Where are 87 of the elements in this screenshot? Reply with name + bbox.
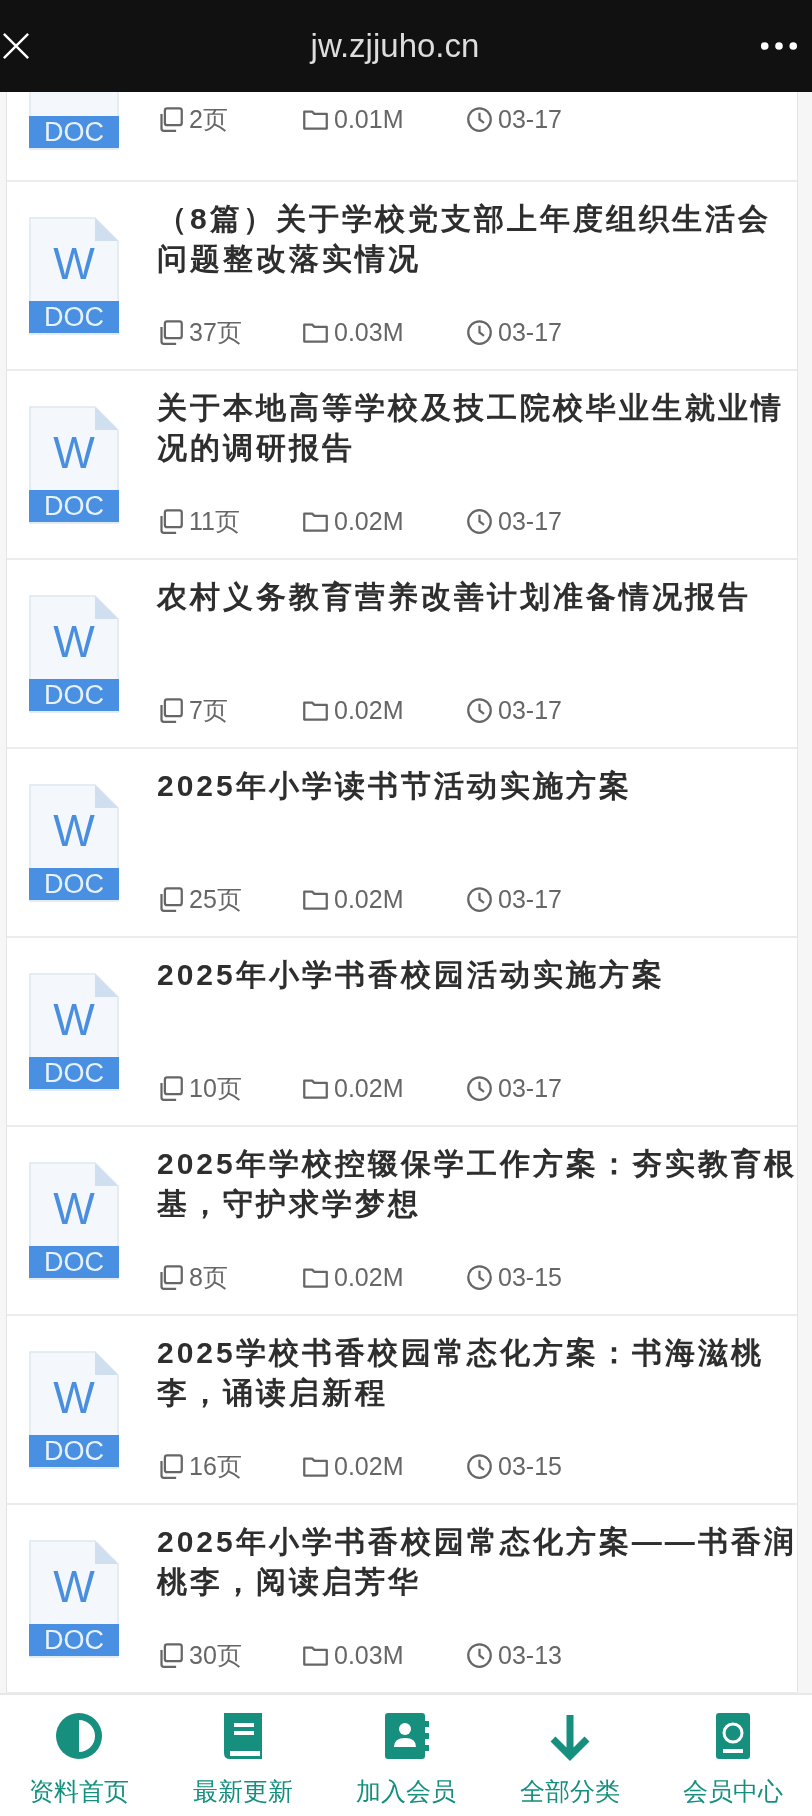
file-letter: W [52,1561,96,1612]
upload-date: 03-17 [498,506,562,536]
clock-icon [466,1263,493,1291]
upload-date: 03-17 [498,105,562,134]
file-size: 0.02M [334,695,404,725]
nav-tab[interactable]: 会员中心 [658,1695,808,1816]
file-size: 0.03M [334,1640,404,1670]
clock-icon [466,318,493,346]
pages-icon [157,1641,184,1669]
upload-date: 03-17 [498,1073,562,1103]
document-card[interactable]: W DOC 2025学校书香校园常态化方案：书海滋桃李，诵读启新程 16页 0.02M 03-15 [7,1316,797,1505]
page-count: 25页 [189,883,242,915]
page-count: 37页 [189,316,242,348]
nav-tab[interactable]: 最新更新 [167,1695,318,1816]
page-count: 16页 [189,1450,242,1482]
file-letter: W [52,427,96,478]
document-title[interactable]: 2025年小学书香校园常态化方案——书香润桃李，阅读启芳华 [157,1521,797,1602]
file-type-label: DOC [29,489,119,522]
pages-icon [157,885,184,913]
file-type-label: DOC [29,116,119,148]
pages-icon [157,507,184,535]
file-size: 0.02M [334,1451,404,1481]
file-type-label: DOC [29,300,119,333]
site-address: jw.zjjuho.cn [310,27,480,65]
file-letter: W [52,805,96,856]
pages-icon [157,106,184,133]
file-size: 0.03M [334,317,404,347]
nav-tab[interactable]: 加入会员 [331,1695,481,1816]
clock-icon [466,1074,493,1102]
upload-date: 03-15 [498,1262,562,1292]
pages-icon [157,1074,184,1102]
nav-tab[interactable]: 资料首页 [4,1695,154,1816]
file-type-label: DOC [29,1245,119,1278]
file-size: 0.02M [334,1073,404,1103]
document-card[interactable]: DOC 2页 0.01M 03-17 [7,92,797,182]
file-letter: W [52,994,96,1045]
file-size: 0.02M [334,1262,404,1292]
file-size: 0.01M [334,105,404,134]
clock-icon [466,1641,493,1669]
file-letter: W [52,1372,96,1423]
document-title[interactable]: 农村义务教育营养改善计划准备情况报告 [157,576,797,617]
document-title[interactable]: 2025年学校控辍保学工作方案：夯实教育根基，守护求学梦想 [157,1143,797,1224]
upload-date: 03-15 [498,1451,562,1481]
document-card[interactable]: W DOC 2025年小学读书节活动实施方案 25页 0.02M 03-17 [7,749,797,938]
page-count: 11页 [189,505,240,537]
half-circle-icon [54,1711,104,1761]
file-type-label: DOC [29,1056,119,1089]
clock-icon [466,696,493,724]
nav-tab[interactable]: 全部分类 [494,1695,645,1816]
document-card[interactable]: W DOC 农村义务教育营养改善计划准备情况报告 7页 0.02M 03-17 [7,560,797,749]
file-letter: W [52,238,96,289]
document-title[interactable]: 2025年小学书香校园活动实施方案 [157,954,797,995]
file-type-label: DOC [29,1623,119,1656]
clock-icon [466,106,493,133]
document-card[interactable]: W DOC 关于本地高等学校及技工院校毕业生就业情况的调研报告 11页 0.02M 03-17 [7,371,797,560]
document-card[interactable]: W DOC 2025年学校控辍保学工作方案：夯实教育根基，守护求学梦想 8页 0.02M 03-15 [7,1127,797,1316]
upload-date: 03-13 [498,1640,562,1670]
close-icon[interactable] [2,32,30,60]
pages-icon [157,318,184,346]
upload-date: 03-17 [498,884,562,914]
page-count: 30页 [189,1639,242,1671]
file-type-label: DOC [29,678,119,711]
file-letter: W [52,1183,96,1234]
document-card[interactable]: W DOC 2025年小学书香校园活动实施方案 10页 0.02M 03-17 [7,938,797,1127]
page-count: 10页 [189,1072,242,1104]
document-card[interactable]: W DOC （8篇）关于学校党支部上年度组织生活会问题整改落实情况 37页 0.03M 03-17 [7,182,797,371]
document-title[interactable]: 2025年小学读书节活动实施方案 [157,765,797,806]
document-title[interactable]: （8篇）关于学校党支部上年度组织生活会问题整改落实情况 [157,198,797,279]
file-type-label: DOC [29,1434,119,1467]
file-size: 0.02M [334,506,404,536]
file-letter: W [52,616,96,667]
upload-date: 03-17 [498,695,562,725]
page-count: 8页 [189,1261,228,1293]
pages-icon [157,1263,184,1291]
file-size: 0.02M [334,884,404,914]
page-count: 2页 [189,104,228,135]
clock-icon [466,507,493,535]
file-type-label: DOC [29,867,119,900]
clock-icon [466,885,493,913]
more-icon[interactable] [760,41,798,51]
upload-date: 03-17 [498,317,562,347]
document-title[interactable]: 关于本地高等学校及技工院校毕业生就业情况的调研报告 [157,387,797,468]
clock-icon [466,1452,493,1480]
pages-icon [157,1452,184,1480]
document-title[interactable]: 2025学校书香校园常态化方案：书海滋桃李，诵读启新程 [157,1332,797,1413]
page-count: 7页 [189,694,228,726]
pages-icon [157,696,184,724]
